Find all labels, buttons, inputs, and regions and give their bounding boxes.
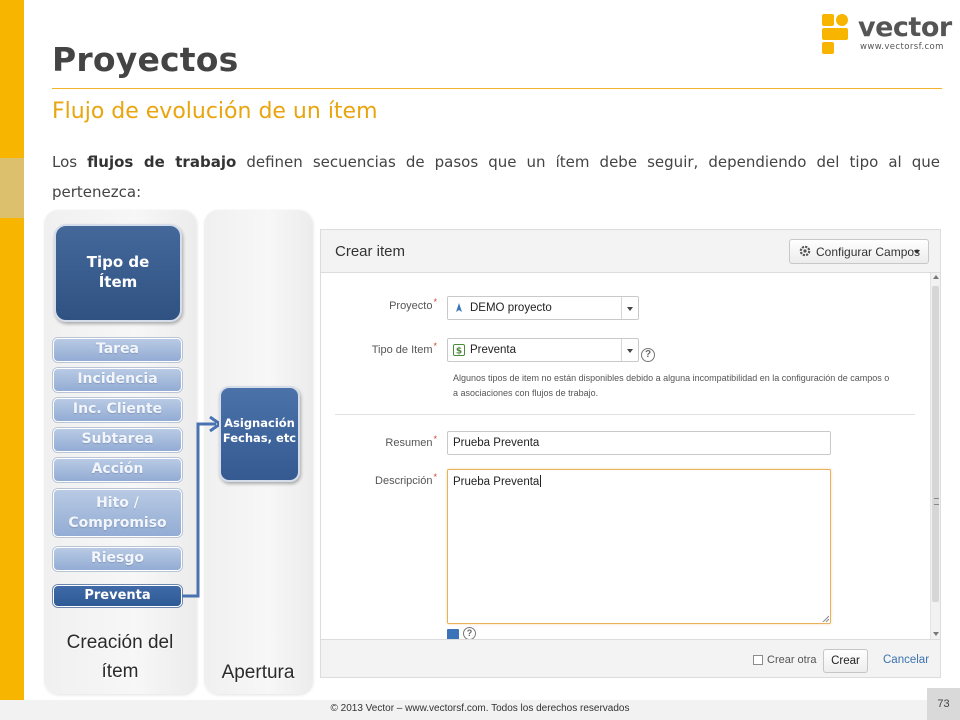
description-textarea[interactable]: Prueba Preventa xyxy=(447,469,831,624)
dialog-title: Crear item xyxy=(335,243,406,260)
project-select-value: DEMO proyecto xyxy=(470,302,552,314)
logo-wordmark: vector xyxy=(858,12,952,43)
page-number: 73 xyxy=(927,688,960,720)
resize-handle-icon[interactable] xyxy=(822,615,829,622)
summary-label: Resumen* xyxy=(327,434,437,449)
create-button[interactable]: Crear xyxy=(823,649,868,673)
dialog-header: Crear item Configurar Campos xyxy=(321,230,940,273)
description-label-text: Descripción xyxy=(375,475,433,487)
item-type-note: Algunos tipos de item no están disponibl… xyxy=(453,373,890,398)
type-riesgo: Riesgo xyxy=(53,547,182,571)
type-hito-compromiso: Hito / Compromiso xyxy=(53,489,182,537)
project-label-text: Proyecto xyxy=(389,300,433,312)
configure-fields-label: Configurar Campos xyxy=(816,245,921,259)
item-type-header: Tipo de Ítem xyxy=(54,224,182,322)
item-type-label: Tipo de Item* xyxy=(327,341,437,356)
required-marker: * xyxy=(433,297,437,307)
slide-title: Proyectos xyxy=(52,40,239,79)
gear-icon xyxy=(799,245,811,257)
chevron-down-icon xyxy=(627,307,633,311)
project-icon xyxy=(456,303,462,312)
svg-text:$: $ xyxy=(456,347,462,357)
summary-label-text: Resumen xyxy=(385,437,433,449)
vector-logo-icon xyxy=(822,14,852,54)
body-prefix: Los xyxy=(52,153,88,171)
preventa-type-icon: $ xyxy=(453,344,465,356)
scroll-thumb[interactable] xyxy=(932,286,939,602)
configure-fields-button[interactable]: Configurar Campos xyxy=(789,239,929,264)
assignment-step: Asignación Fechas, etc xyxy=(219,386,300,482)
type-preventa: Preventa xyxy=(53,585,182,607)
type-inc-cliente: Inc. Cliente xyxy=(53,398,182,422)
body-bold: flujos de trabajo xyxy=(87,153,237,171)
chevron-down-icon xyxy=(627,349,633,353)
form-divider xyxy=(335,414,915,415)
type-hito-line1: Hito / xyxy=(96,495,139,511)
slide-subtitle: Flujo de evolución de un ítem xyxy=(52,99,378,124)
create-item-dialog: Crear item Configurar Campos Proyecto* D… xyxy=(320,229,941,678)
copyright-footer: © 2013 Vector – www.vectorsf.com. Todos … xyxy=(330,703,630,714)
creation-label-line2: ítem xyxy=(101,661,139,682)
type-accion: Acción xyxy=(53,458,182,482)
cancel-link[interactable]: Cancelar xyxy=(883,654,929,666)
scroll-down-icon[interactable] xyxy=(933,632,939,636)
chevron-down-icon xyxy=(914,250,920,254)
item-type-select-value: Preventa xyxy=(470,344,517,356)
type-hito-line2: Compromiso xyxy=(68,515,167,531)
create-another-checkbox[interactable] xyxy=(753,655,763,665)
left-accent-bar xyxy=(0,0,24,720)
assignment-line2: Fechas, etc xyxy=(222,431,297,445)
logo-url: www.vectorsf.com xyxy=(860,42,944,52)
type-tarea: Tarea xyxy=(53,338,182,362)
item-type-line1: Tipo de xyxy=(86,253,150,271)
description-label: Descripción* xyxy=(327,472,437,487)
project-label: Proyecto* xyxy=(327,297,437,312)
creation-label-line1: Creación del xyxy=(66,632,174,653)
scroll-grip-icon xyxy=(934,498,939,505)
summary-input[interactable]: Prueba Preventa xyxy=(447,431,831,455)
item-type-label-text: Tipo de Item xyxy=(371,344,433,356)
item-type-select[interactable]: $ Preventa xyxy=(447,338,639,362)
project-select[interactable]: DEMO proyecto xyxy=(447,296,639,320)
required-marker: * xyxy=(433,341,437,351)
required-marker: * xyxy=(433,472,437,482)
opening-column-label: Apertura xyxy=(221,662,295,683)
description-text: Prueba Preventa xyxy=(453,476,540,488)
slide-body-text: Los flujos de trabajo definen secuencias… xyxy=(52,147,940,207)
title-divider xyxy=(52,88,942,89)
vector-logo: vector www.vectorsf.com xyxy=(822,12,952,56)
type-incidencia: Incidencia xyxy=(53,368,182,392)
required-marker: * xyxy=(433,434,437,444)
text-cursor xyxy=(540,475,542,487)
create-another-label[interactable]: Crear otra xyxy=(767,654,817,666)
dialog-scrollbar[interactable] xyxy=(930,273,940,639)
item-type-line2: Ítem xyxy=(98,273,138,291)
creation-column-label: Creación del ítem xyxy=(44,628,196,686)
assignment-line1: Asignación xyxy=(224,416,295,430)
type-subtarea: Subtarea xyxy=(53,428,182,452)
left-accent-shade xyxy=(0,158,24,218)
help-icon[interactable]: ? xyxy=(641,348,655,362)
scroll-up-icon[interactable] xyxy=(933,275,939,279)
dialog-footer: Crear otra Crear Cancelar xyxy=(321,639,940,677)
